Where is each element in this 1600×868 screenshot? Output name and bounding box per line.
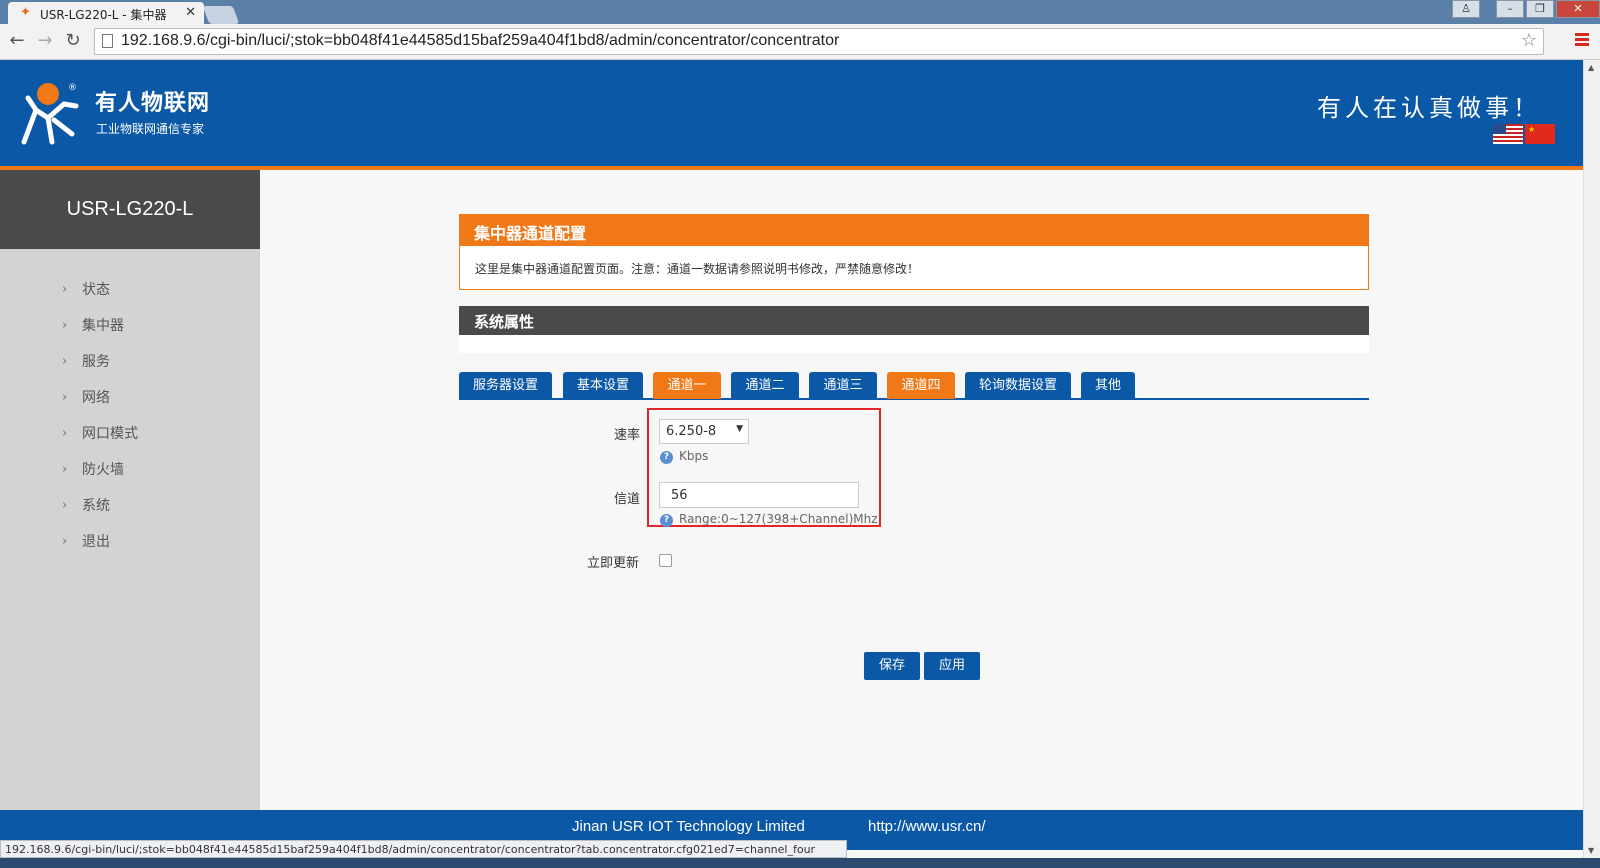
rate-value: 6.250-8: [666, 424, 717, 439]
sidebar-item-firewall[interactable]: › 防火墙: [0, 451, 260, 487]
rate-label: 速率: [614, 428, 641, 443]
sidebar-item-label: 服务: [82, 354, 110, 370]
panel-description: 这里是集中器通道配置页面。注意：通道一数据请参照说明书修改，严禁随意修改！: [475, 262, 920, 276]
chevron-right-icon: ›: [62, 281, 68, 297]
apply-button[interactable]: 应用: [924, 652, 980, 680]
tab-channel-three[interactable]: 通道三: [809, 372, 877, 399]
usr-logo-icon: ®: [21, 83, 79, 145]
chevron-right-icon: ›: [62, 461, 68, 477]
brand-name: 有人物联网: [95, 91, 211, 116]
browser-toolbar: ← → ↻ 192.168.9.6/cgi-bin/luci/;stok=bb0…: [0, 24, 1600, 60]
forward-arrow-icon[interactable]: →: [34, 30, 56, 51]
sidebar-item-label: 防火墙: [82, 462, 124, 478]
tab-other[interactable]: 其他: [1081, 372, 1135, 399]
footer-link[interactable]: http://www.usr.cn/: [868, 818, 986, 835]
slogan: 有人在认真做事！: [1317, 94, 1541, 122]
back-arrow-icon[interactable]: ←: [6, 30, 28, 51]
channel-input[interactable]: 56: [659, 482, 859, 508]
os-taskbar: [0, 858, 1600, 868]
channel-help: Range:0~127(398+Channel)Mhz: [679, 512, 878, 526]
tab-basic-settings[interactable]: 基本设置: [563, 372, 643, 399]
chevron-right-icon: ›: [62, 497, 68, 513]
browser-tab[interactable]: ✦ USR-LG220-L - 集中器 ✕: [8, 2, 204, 24]
chevron-right-icon: ›: [62, 353, 68, 369]
footer-company: Jinan USR IOT Technology Limited: [572, 818, 805, 835]
dropdown-arrow-icon: ▼: [736, 424, 743, 434]
chinese-flag-icon[interactable]: ★: [1525, 124, 1555, 144]
panel-title: 集中器通道配置: [460, 215, 1368, 246]
sidebar-item-logout[interactable]: › 退出: [0, 523, 260, 559]
sidebar-item-label: 系统: [82, 498, 110, 514]
svg-text:®: ®: [68, 83, 77, 93]
page-header: ® 有人物联网 工业物联网通信专家 有人在认真做事！ ★: [0, 60, 1583, 166]
sidebar-item-label: 网口模式: [82, 426, 138, 442]
help-icon: ?: [660, 451, 673, 464]
sidebar-item-port-mode[interactable]: › 网口模式: [0, 415, 260, 451]
chevron-right-icon: ›: [62, 425, 68, 441]
user-icon[interactable]: ♙: [1452, 0, 1480, 18]
tab-channel-one[interactable]: 通道一: [653, 372, 721, 399]
close-icon[interactable]: ✕: [185, 5, 196, 20]
chevron-right-icon: ›: [62, 533, 68, 549]
maximize-icon[interactable]: ❐: [1526, 0, 1554, 18]
section-title: 系统属性: [459, 306, 1369, 335]
config-panel: 集中器通道配置 这里是集中器通道配置页面。注意：通道一数据请参照说明书修改，严禁…: [459, 214, 1369, 290]
page-icon: [102, 34, 113, 48]
save-button[interactable]: 保存: [864, 652, 920, 680]
sidebar-item-label: 集中器: [82, 318, 124, 334]
channel-label: 信道: [614, 492, 641, 507]
minimize-icon[interactable]: –: [1496, 0, 1524, 18]
browser-status-bar: 192.168.9.6/cgi-bin/luci/;stok=bb048f41e…: [0, 840, 847, 858]
sidebar: USR-LG220-L › 状态 › 集中器 › 服务 › 网络 › 网口模式 › 防火墙 …: [0, 170, 260, 810]
sidebar-item-system[interactable]: › 系统: [0, 487, 260, 523]
section-body: [459, 335, 1369, 353]
sidebar-item-label: 状态: [82, 282, 110, 298]
sidebar-item-label: 退出: [82, 534, 110, 550]
browser-menu-icon[interactable]: [1575, 33, 1589, 48]
browser-tab-title: USR-LG220-L - 集中器: [40, 8, 167, 22]
reload-icon[interactable]: ↻: [62, 30, 84, 51]
sidebar-menu: › 状态 › 集中器 › 服务 › 网络 › 网口模式 › 防火墙 › 系统 › 退出: [0, 249, 260, 559]
tab-server-settings[interactable]: 服务器设置: [459, 372, 552, 399]
help-icon: ?: [660, 514, 673, 527]
tab-channel-two[interactable]: 通道二: [731, 372, 799, 399]
scroll-up-icon[interactable]: ▲: [1588, 63, 1594, 72]
page-scrollbar[interactable]: ▲ ▼: [1583, 60, 1600, 858]
language-flags: ★: [1493, 124, 1555, 144]
chevron-right-icon: ›: [62, 389, 68, 405]
sidebar-item-status[interactable]: › 状态: [0, 271, 260, 307]
config-tabs: 服务器设置 基本设置 通道一 通道二 通道三 通道四 轮询数据设置 其他: [459, 372, 1369, 400]
scroll-down-icon[interactable]: ▼: [1588, 846, 1594, 855]
tab-polling-data[interactable]: 轮询数据设置: [965, 372, 1071, 399]
device-name: USR-LG220-L: [0, 170, 260, 249]
sidebar-item-services[interactable]: › 服务: [0, 343, 260, 379]
rate-help: Kbps: [679, 449, 709, 463]
main-content: 集中器通道配置 这里是集中器通道配置页面。注意：通道一数据请参照说明书修改，严禁…: [260, 170, 1583, 810]
english-flag-icon[interactable]: [1493, 124, 1523, 144]
sidebar-item-label: 网络: [82, 390, 110, 406]
update-now-checkbox[interactable]: [659, 554, 672, 567]
new-tab-button[interactable]: [202, 6, 240, 24]
tab-channel-four[interactable]: 通道四: [887, 372, 955, 399]
chevron-right-icon: ›: [62, 317, 68, 333]
address-bar[interactable]: 192.168.9.6/cgi-bin/luci/;stok=bb048f41e…: [94, 28, 1544, 55]
brand-subtitle: 工业物联网通信专家: [96, 122, 205, 136]
sidebar-item-concentrator[interactable]: › 集中器: [0, 307, 260, 343]
sidebar-item-network[interactable]: › 网络: [0, 379, 260, 415]
window-controls: ♙ – ❐ ✕: [1450, 0, 1600, 20]
bookmark-star-icon[interactable]: ☆: [1521, 30, 1537, 51]
browser-tabstrip: ✦ USR-LG220-L - 集中器 ✕ ♙ – ❐ ✕: [0, 0, 1600, 24]
usr-favicon-icon: ✦: [20, 5, 31, 20]
address-bar-url: 192.168.9.6/cgi-bin/luci/;stok=bb048f41e…: [121, 32, 840, 49]
rate-select[interactable]: 6.250-8 ▼: [659, 419, 749, 444]
update-now-label: 立即更新: [587, 556, 640, 571]
window-close-icon[interactable]: ✕: [1556, 0, 1600, 18]
